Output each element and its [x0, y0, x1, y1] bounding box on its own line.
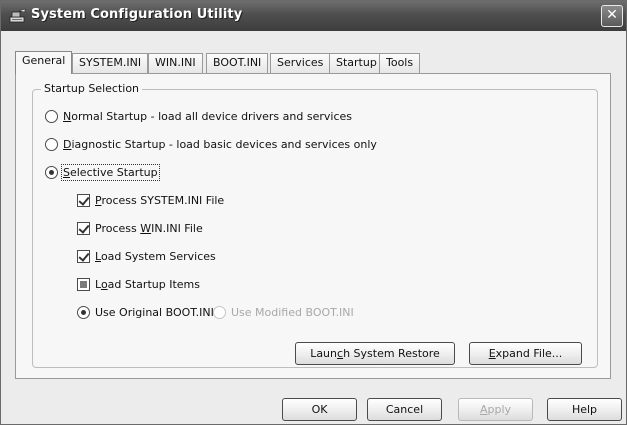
normal-startup-option[interactable]: Normal Startup - load all device drivers… [45, 110, 352, 123]
tab-boot-ini[interactable]: BOOT.INI [206, 53, 269, 73]
process-win-ini-option[interactable]: Process WIN.INI File [77, 222, 203, 235]
process-win-ini-checkbox[interactable] [77, 222, 90, 235]
startup-selection-group: Startup Selection Normal Startup - load … [32, 82, 598, 368]
process-win-ini-label: Process WIN.INI File [95, 222, 203, 235]
ok-button[interactable]: OK [282, 398, 357, 421]
tab-strip: General SYSTEM.INI WIN.INI BOOT.INI Serv… [15, 51, 615, 74]
load-startup-items-label: Load Startup Items [95, 278, 200, 291]
use-original-boot-ini-label: Use Original BOOT.INI [95, 306, 214, 319]
selective-startup-option[interactable]: Selective Startup [45, 164, 160, 181]
tab-win-ini[interactable]: WIN.INI [148, 53, 203, 73]
load-startup-items-option[interactable]: Load Startup Items [77, 278, 200, 291]
diagnostic-startup-option[interactable]: Diagnostic Startup - load basic devices … [45, 138, 377, 151]
diagnostic-startup-radio[interactable] [45, 138, 58, 151]
process-system-ini-checkbox[interactable] [77, 194, 90, 207]
normal-startup-radio[interactable] [45, 110, 58, 123]
load-system-services-checkbox[interactable] [77, 250, 90, 263]
help-button[interactable]: Help [547, 398, 622, 421]
system-configuration-window: System Configuration Utility ✕ General S… [0, 0, 627, 425]
process-system-ini-option[interactable]: Process SYSTEM.INI File [77, 194, 224, 207]
diagnostic-startup-label: Diagnostic Startup - load basic devices … [63, 138, 377, 151]
general-tab-panel: Startup Selection Normal Startup - load … [15, 73, 611, 379]
tab-tools[interactable]: Tools [379, 53, 421, 73]
title-bar[interactable]: System Configuration Utility ✕ [1, 1, 626, 31]
tab-services[interactable]: Services [270, 53, 331, 73]
launch-system-restore-button[interactable]: Launch System Restore [295, 342, 455, 365]
close-button[interactable]: ✕ [601, 5, 623, 27]
tab-system-ini[interactable]: SYSTEM.INI [72, 53, 149, 73]
load-system-services-label: Load System Services [95, 250, 216, 263]
load-system-services-option[interactable]: Load System Services [77, 250, 216, 263]
startup-selection-legend: Startup Selection [41, 82, 143, 95]
msconfig-app-icon [9, 8, 26, 23]
selective-startup-radio[interactable] [45, 166, 58, 179]
cancel-button[interactable]: Cancel [367, 398, 442, 421]
close-icon: ✕ [606, 7, 618, 23]
use-original-boot-ini-option[interactable]: Use Original BOOT.INI [77, 306, 214, 319]
tab-general[interactable]: General [15, 51, 73, 74]
load-startup-items-checkbox[interactable] [77, 278, 90, 291]
tab-startup[interactable]: Startup [329, 53, 384, 73]
use-modified-boot-ini-label: Use Modified BOOT.INI [231, 306, 354, 319]
selective-startup-label: Selective Startup [61, 164, 160, 181]
use-modified-boot-ini-option: Use Modified BOOT.INI [213, 306, 354, 319]
process-system-ini-label: Process SYSTEM.INI File [95, 194, 225, 207]
window-title: System Configuration Utility [31, 7, 243, 22]
use-modified-boot-ini-radio [213, 306, 226, 319]
expand-file-button[interactable]: Expand File... [469, 342, 582, 365]
apply-button: Apply [458, 398, 533, 421]
use-original-boot-ini-radio[interactable] [77, 306, 90, 319]
normal-startup-label: Normal Startup - load all device drivers… [63, 110, 352, 123]
